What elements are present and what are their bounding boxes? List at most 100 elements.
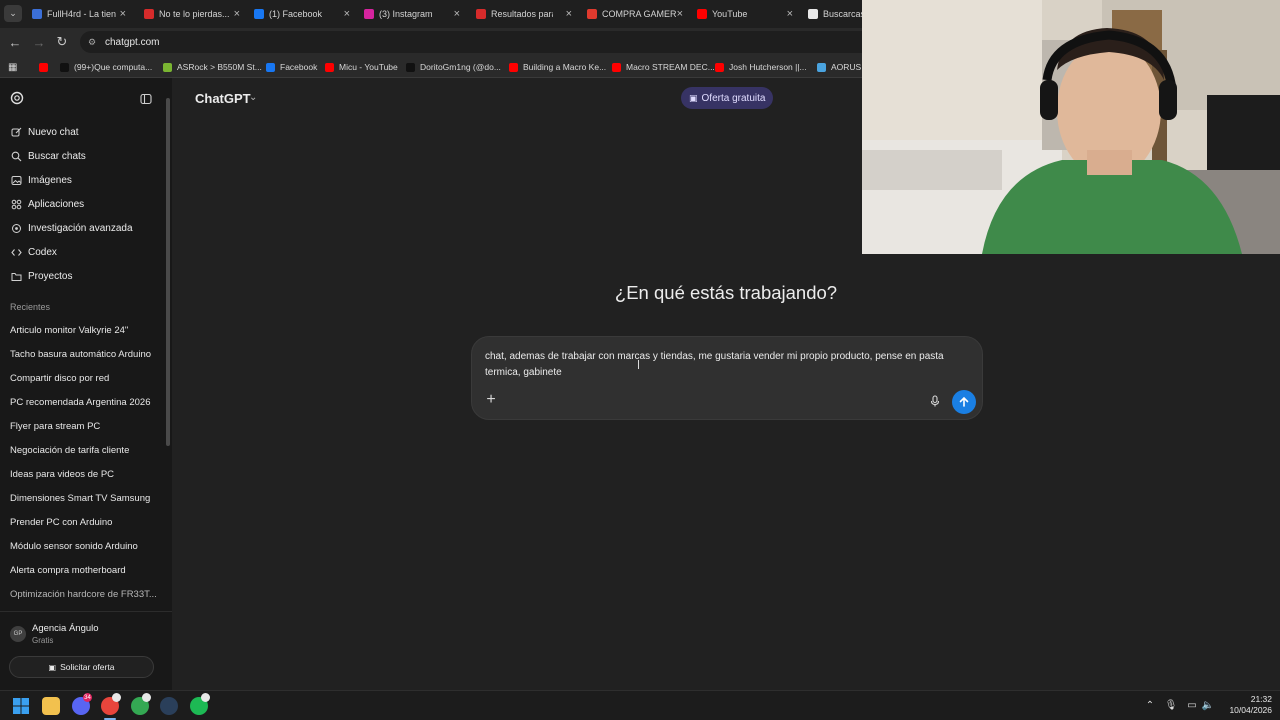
notification-badge	[201, 693, 210, 702]
recent-chat-item[interactable]: Módulo sensor sonido Arduino	[10, 541, 138, 552]
recent-chat-item[interactable]: Tacho basura automático Arduino	[10, 349, 151, 360]
browser-tab[interactable]: FullH4rd - La tien ×	[32, 3, 128, 25]
bookmark-item[interactable]: Micu - YouTube	[325, 60, 398, 74]
browser-tab[interactable]: (1) Facebook ×	[254, 3, 352, 25]
windows-start-icon[interactable]	[12, 697, 30, 715]
request-offer-button[interactable]: ▣ Solicitar oferta	[9, 656, 154, 678]
bookmark-item[interactable]: Josh Hutcherson ||...	[715, 60, 807, 74]
profile-name[interactable]: Agencia Ángulo	[32, 623, 99, 634]
close-icon[interactable]: ×	[120, 8, 126, 20]
youtube-icon	[715, 62, 724, 72]
bookmark-item[interactable]: DoritoGm1ng (@do...	[406, 60, 501, 74]
tab-title: (3) Instagram	[379, 9, 433, 19]
browser-tab[interactable]: (3) Instagram ×	[364, 3, 462, 25]
reload-icon[interactable]: ↻	[53, 33, 71, 51]
avatar[interactable]: GP	[10, 626, 26, 642]
bookmark-item[interactable]: Building a Macro Ke...	[509, 60, 606, 74]
address-bar[interactable]: ⚙ chatgpt.com	[80, 31, 880, 53]
recent-chat-item[interactable]: Compartir disco por red	[10, 373, 109, 384]
sidebar-item-apps[interactable]: Aplicaciones	[10, 194, 84, 214]
recent-chat-item[interactable]: Articulo monitor Valkyrie 24"	[10, 325, 128, 336]
sidebar-item-label: Buscar chats	[28, 150, 86, 162]
microphone-icon[interactable]	[928, 394, 942, 408]
add-attachment-icon[interactable]: +	[484, 391, 498, 408]
tab-search-icon[interactable]: ⌄	[4, 5, 22, 22]
microphone-icon[interactable]: 🎙	[1165, 699, 1178, 711]
apps-grid-icon[interactable]: ▦	[8, 60, 17, 74]
close-icon[interactable]: ×	[677, 8, 683, 20]
sidebar-item-label: Aplicaciones	[28, 198, 85, 210]
bookmark-item[interactable]: Macro STREAM DEC...	[612, 60, 715, 74]
bookmark-item[interactable]: (99+)Que computa...	[60, 60, 152, 74]
tiktok-icon	[406, 62, 415, 72]
search-icon	[10, 150, 22, 162]
forward-icon[interactable]: →	[30, 33, 48, 51]
file-explorer-icon[interactable]	[42, 697, 60, 715]
recents-header: Recientes	[10, 302, 51, 312]
back-icon[interactable]: ←	[6, 33, 24, 51]
browser-tab[interactable]: COMPRA GAMER ×	[587, 3, 685, 25]
network-icon[interactable]: ▭	[1186, 699, 1198, 711]
bookmark-item[interactable]: Facebook	[266, 60, 317, 74]
model-selector[interactable]: ChatGPT	[195, 91, 251, 106]
browser-tab[interactable]: Buscarcase	[808, 3, 868, 25]
chevron-up-icon[interactable]: ⌃	[1144, 699, 1156, 711]
openai-logo-icon[interactable]	[10, 91, 24, 105]
sidebar-item-search-chats[interactable]: Buscar chats	[10, 146, 86, 166]
sidebar-toggle-icon[interactable]	[140, 92, 152, 105]
close-icon[interactable]: ×	[454, 8, 460, 20]
bookmark-item[interactable]: ASRock > B550M St...	[163, 60, 262, 74]
close-icon[interactable]: ×	[344, 8, 350, 20]
sidebar-item-codex[interactable]: Codex	[10, 242, 57, 262]
gift-icon: ▣	[48, 662, 57, 672]
bookmark-item[interactable]	[39, 60, 53, 74]
recent-chat-item[interactable]: Flyer para stream PC	[10, 421, 100, 432]
bookmark-label: (99+)Que computa...	[74, 62, 153, 72]
close-icon[interactable]: ×	[787, 8, 793, 20]
aorus-icon	[817, 62, 826, 72]
tab-title: No te lo pierdas...	[159, 9, 230, 19]
recent-chat-item[interactable]: PC recomendada Argentina 2026	[10, 397, 151, 408]
bookmark-item[interactable]: AORUS F	[817, 60, 869, 74]
arrow-up-icon	[959, 396, 969, 407]
send-button[interactable]	[952, 390, 976, 414]
text-cursor	[638, 360, 639, 369]
site-info-icon[interactable]: ⚙	[88, 37, 98, 47]
sidebar-divider	[0, 611, 172, 612]
browser-tab[interactable]: Resultados para i ×	[476, 3, 574, 25]
tab-favicon-icon	[697, 9, 707, 19]
close-icon[interactable]: ×	[566, 8, 572, 20]
message-input[interactable]: chat, ademas de trabajar con marcas y ti…	[485, 349, 975, 381]
recent-chat-item[interactable]: Prender PC con Arduino	[10, 517, 112, 528]
recent-chat-item[interactable]: Alerta compra motherboard	[10, 565, 126, 576]
url-text: chatgpt.com	[105, 36, 160, 48]
codex-icon	[10, 246, 22, 258]
sidebar-item-deep-research[interactable]: Investigación avanzada	[10, 218, 133, 238]
sidebar-item-projects[interactable]: Proyectos	[10, 266, 72, 286]
browser-tab[interactable]: YouTube ×	[697, 3, 795, 25]
free-offer-button[interactable]: ▣ Oferta gratuita	[681, 87, 774, 109]
browser-tab[interactable]: No te lo pierdas... ×	[144, 3, 242, 25]
system-clock[interactable]: 21:32 10/04/2026	[1222, 694, 1272, 716]
tab-favicon-icon	[254, 9, 264, 19]
chevron-down-icon[interactable]: ⌄	[249, 92, 257, 103]
steam-icon[interactable]	[160, 697, 178, 715]
free-offer-label: Oferta gratuita	[701, 92, 766, 104]
message-composer[interactable]: chat, ademas de trabajar con marcas y ti…	[471, 336, 983, 420]
sidebar-item-new-chat[interactable]: Nuevo chat	[10, 122, 79, 142]
bookmark-label: Macro STREAM DEC...	[626, 62, 715, 72]
bookmark-label: Josh Hutcherson ||...	[729, 62, 807, 72]
youtube-icon	[325, 62, 334, 72]
youtube-icon	[39, 62, 48, 72]
volume-icon[interactable]: 🔈	[1202, 699, 1214, 711]
clock-time: 21:32	[1250, 694, 1272, 704]
recent-chat-item[interactable]: Negociación de tarifa cliente	[10, 445, 129, 456]
recent-chat-item[interactable]: Optimización hardcore de FR33T...	[10, 589, 157, 600]
recent-chat-item[interactable]: Dimensiones Smart TV Samsung	[10, 493, 150, 504]
sidebar-item-images[interactable]: Imágenes	[10, 170, 72, 190]
webcam-overlay	[862, 0, 1280, 254]
recent-chat-item[interactable]: Ideas para videos de PC	[10, 469, 114, 480]
sidebar-scrollbar[interactable]	[166, 98, 170, 446]
close-icon[interactable]: ×	[234, 8, 240, 20]
webcam-image	[862, 0, 1280, 254]
